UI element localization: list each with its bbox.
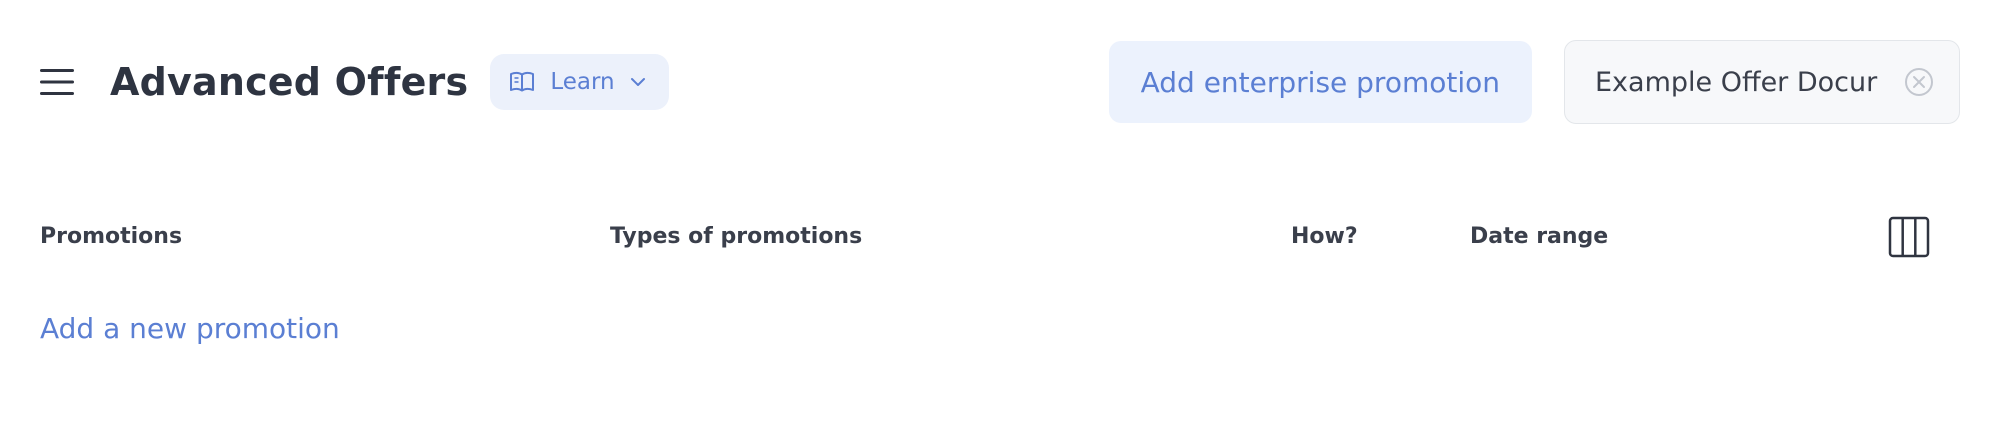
selected-offer-text: Example Offer Docur <box>1595 66 1878 98</box>
columns-icon[interactable] <box>1888 216 1930 258</box>
header-left: Advanced Offers Learn <box>38 53 669 111</box>
column-header-date-range[interactable]: Date range <box>1470 224 1608 249</box>
hamburger-menu-icon-svg <box>40 69 74 95</box>
hamburger-menu-icon[interactable] <box>38 60 82 104</box>
column-header-promotions[interactable]: Promotions <box>40 224 182 249</box>
add-new-promotion-link[interactable]: Add a new promotion <box>40 312 340 345</box>
column-header-how[interactable]: How? <box>1291 224 1358 249</box>
advanced-offers-page: Advanced Offers Learn Add enterprise pro… <box>0 0 2000 440</box>
selected-offer-chip[interactable]: Example Offer Docur <box>1564 40 1960 124</box>
chevron-down-icon <box>630 78 645 86</box>
learn-label: Learn <box>550 69 615 95</box>
learn-dropdown-button[interactable]: Learn <box>490 54 669 110</box>
header-right: Add enterprise promotion Example Offer D… <box>1108 40 1960 124</box>
column-header-types-of-promotions[interactable]: Types of promotions <box>610 224 862 249</box>
close-circle-icon[interactable] <box>1903 66 1935 98</box>
page-title: Advanced Offers <box>110 60 469 104</box>
add-enterprise-promotion-button[interactable]: Add enterprise promotion <box>1108 41 1532 123</box>
book-icon <box>510 71 535 92</box>
